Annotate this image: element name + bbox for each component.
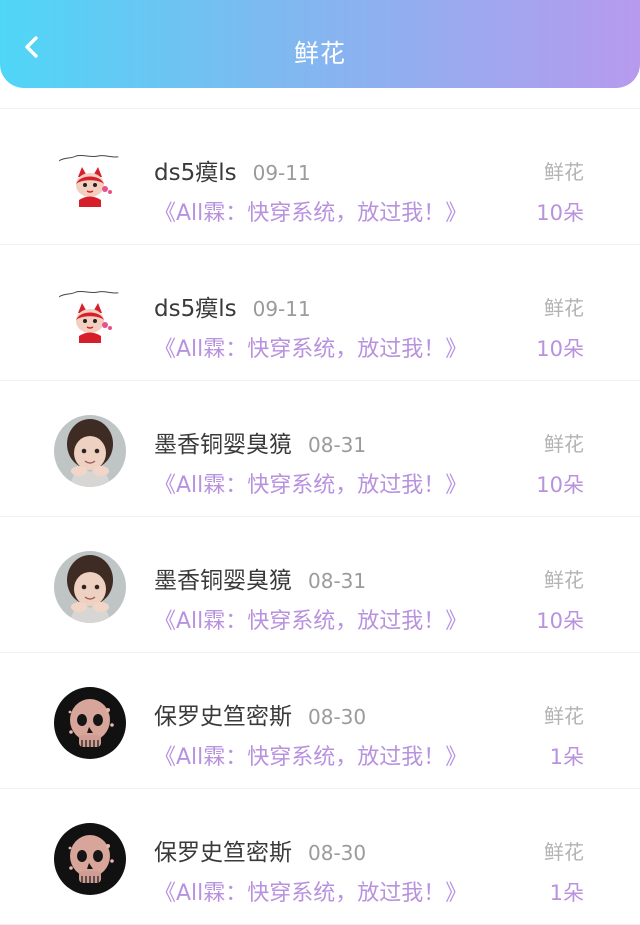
book-title-link[interactable]: 《All霖：快穿系统，放过我！》 [154,467,467,499]
list-item[interactable]: 保罗史笪密斯 08-30 《All霖：快穿系统，放过我！》 鲜花 1朵 [0,789,640,925]
list-top-gap [0,88,640,109]
child-photo-avatar[interactable] [54,415,126,487]
list-item[interactable]: 墨香铜婴臭獍 08-31 《All霖：快穿系统，放过我！》 鲜花 10朵 [0,517,640,653]
user-name[interactable]: 保罗史笪密斯 [154,833,292,867]
user-name[interactable]: 保罗史笪密斯 [154,697,292,731]
gift-count: 10朵 [536,337,584,361]
book-title-link[interactable]: 《All霖：快穿系统，放过我！》 [154,603,467,635]
user-line: 墨香铜婴臭獍 08-31 [154,561,367,595]
user-line: 保罗史笪密斯 08-30 [154,833,367,867]
skull-flower-avatar[interactable] [54,823,126,895]
list-item[interactable]: ds5瘼ls 09-11 《All霖：快穿系统，放过我！》 鲜花 10朵 [0,109,640,245]
gift-type: 鲜花 [544,432,584,456]
gift-type: 鲜花 [544,296,584,320]
gift-type: 鲜花 [544,160,584,184]
list-item[interactable]: 墨香铜婴臭獍 08-31 《All霖：快穿系统，放过我！》 鲜花 10朵 [0,381,640,517]
gift-date: 09-11 [252,297,311,321]
list-item[interactable]: 保罗史笪密斯 08-30 《All霖：快穿系统，放过我！》 鲜花 1朵 [0,653,640,789]
gift-date: 08-30 [308,841,367,865]
header-bar: 鲜花 [0,0,640,88]
user-name[interactable]: 墨香铜婴臭獍 [154,425,292,459]
gift-count: 10朵 [536,201,584,225]
gift-date: 08-31 [308,569,367,593]
gift-type: 鲜花 [544,704,584,728]
gift-count: 1朵 [549,881,584,905]
book-title-link[interactable]: 《All霖：快穿系统，放过我！》 [154,195,467,227]
gift-record-list: ds5瘼ls 09-11 《All霖：快穿系统，放过我！》 鲜花 10朵 ds5… [0,109,640,925]
user-name[interactable]: ds5瘼ls [154,153,237,187]
gift-count: 1朵 [549,745,584,769]
skull-flower-avatar[interactable] [54,687,126,759]
page-title: 鲜花 [293,39,346,68]
gift-date: 08-30 [308,705,367,729]
user-name[interactable]: 墨香铜婴臭獍 [154,561,292,595]
list-item[interactable]: ds5瘼ls 09-11 《All霖：快穿系统，放过我！》 鲜花 10朵 [0,245,640,381]
book-title-link[interactable]: 《All霖：快穿系统，放过我！》 [154,875,467,907]
gift-date: 09-11 [252,161,311,185]
gift-date: 08-31 [308,433,367,457]
user-line: ds5瘼ls 09-11 [154,289,311,323]
child-photo-avatar[interactable] [54,551,126,623]
user-name[interactable]: ds5瘼ls [154,289,237,323]
book-title-link[interactable]: 《All霖：快穿系统，放过我！》 [154,331,467,363]
gift-type: 鲜花 [544,840,584,864]
user-line: 保罗史笪密斯 08-30 [154,697,367,731]
gift-count: 10朵 [536,473,584,497]
gift-count: 10朵 [536,609,584,633]
book-title-link[interactable]: 《All霖：快穿系统，放过我！》 [154,739,467,771]
user-line: 墨香铜婴臭獍 08-31 [154,425,367,459]
cartoon-fox-avatar[interactable] [54,143,126,215]
user-line: ds5瘼ls 09-11 [154,153,311,187]
gift-type: 鲜花 [544,568,584,592]
cartoon-fox-avatar[interactable] [54,279,126,351]
